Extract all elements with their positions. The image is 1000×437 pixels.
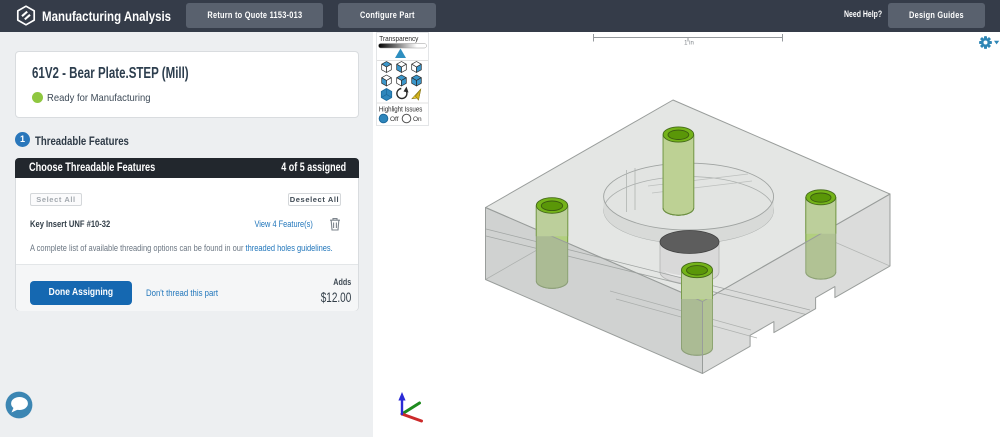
svg-text:Highlight Issues: Highlight Issues [379, 106, 423, 113]
svg-text:Off: Off [390, 116, 399, 123]
svg-text:Transparency: Transparency [379, 36, 419, 43]
svg-text:On: On [413, 116, 422, 123]
svg-text:1 in: 1 in [684, 41, 694, 47]
